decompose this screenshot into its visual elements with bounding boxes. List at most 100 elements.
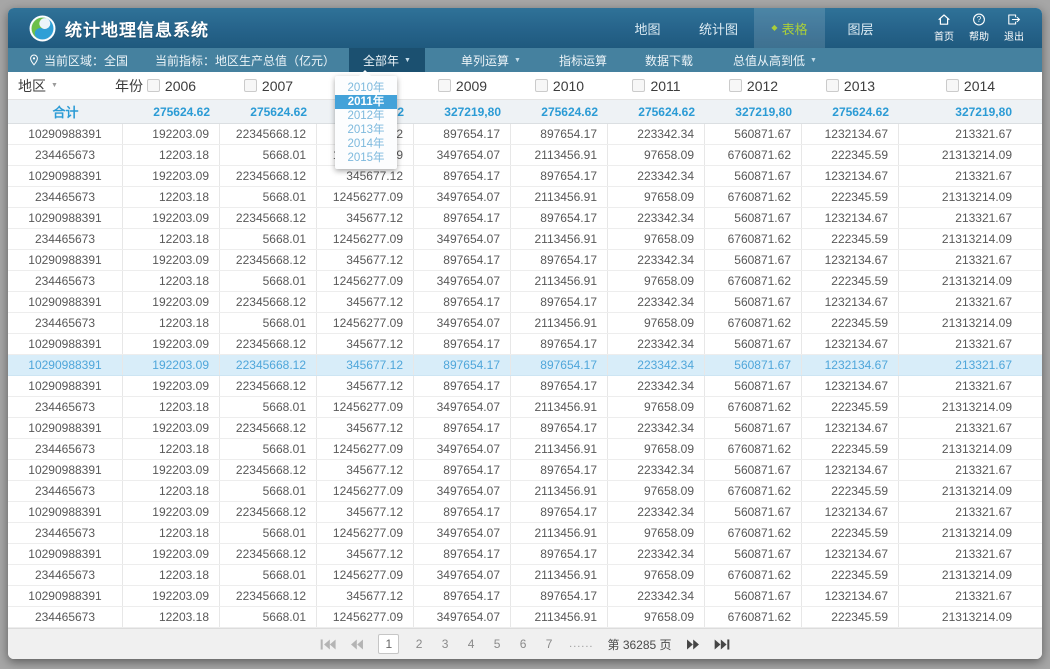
tab-statistics-chart[interactable]: 统计图	[683, 8, 754, 48]
value-cell: 6760871.62	[705, 607, 802, 627]
value-cell: 2113456.91	[511, 607, 608, 627]
year-option-2011[interactable]: 2011年	[335, 95, 397, 109]
logout-button-label: 退出	[1004, 28, 1024, 43]
value-cell: 22345668.12	[220, 586, 317, 606]
year-option-2014[interactable]: 2014年	[335, 137, 397, 151]
value-cell: 192203.09	[123, 544, 220, 564]
year-option-2012[interactable]: 2012年	[335, 109, 397, 123]
table-row[interactable]: 23446567312203.185668.0112456277.0934976…	[8, 607, 1042, 628]
year-option-2010[interactable]: 2010年	[335, 81, 397, 95]
year-checkbox-2010[interactable]	[535, 79, 548, 92]
year-header-label: 2007	[262, 78, 293, 94]
table-row[interactable]: 10290988391192203.0922345668.12345677.12…	[8, 124, 1042, 145]
year-filter-button[interactable]: 全部年 ▼	[349, 48, 425, 72]
page-number-3[interactable]: 3	[439, 637, 451, 651]
table-row[interactable]: 23446567312203.185668.0112456277.0934976…	[8, 145, 1042, 166]
region-cell: 10290988391	[8, 334, 123, 354]
home-button[interactable]: 首页	[934, 13, 954, 43]
year-checkbox-2011[interactable]	[632, 79, 645, 92]
table-row[interactable]: 10290988391192203.0922345668.12345677.12…	[8, 376, 1042, 397]
indicator-ops-button[interactable]: 指标运算	[559, 48, 607, 72]
value-cell: 223342.34	[608, 355, 705, 375]
table-row[interactable]: 10290988391192203.0922345668.12345677.12…	[8, 250, 1042, 271]
value-cell: 223342.34	[608, 418, 705, 438]
value-cell: 97658.09	[608, 481, 705, 501]
last-page-button[interactable]	[714, 639, 730, 650]
year-checkbox-2006[interactable]	[147, 79, 160, 92]
year-column-headers: 200620072008200920102011201220132014	[123, 72, 1042, 99]
table-row[interactable]: 23446567312203.185668.0112456277.0934976…	[8, 397, 1042, 418]
table-row[interactable]: 23446567312203.185668.0112456277.0934976…	[8, 523, 1042, 544]
tab-layers[interactable]: 图层	[825, 8, 896, 48]
help-button[interactable]: ?帮助	[969, 13, 989, 43]
page-number-7[interactable]: 7	[543, 637, 555, 651]
value-cell: 12203.18	[123, 565, 220, 585]
value-cell: 21313214.09	[899, 145, 1042, 165]
value-cell: 21313214.09	[899, 439, 1042, 459]
value-cell: 222345.59	[802, 481, 899, 501]
table-row[interactable]: 10290988391192203.0922345668.12345677.12…	[8, 166, 1042, 187]
value-cell: 12203.18	[123, 145, 220, 165]
page-number-1[interactable]: 1	[378, 634, 399, 654]
table-row[interactable]: 23446567312203.185668.0112456277.0934976…	[8, 229, 1042, 250]
value-cell: 2113456.91	[511, 313, 608, 333]
page-number-6[interactable]: 6	[517, 637, 529, 651]
table-row[interactable]: 10290988391192203.0922345668.12345677.12…	[8, 586, 1042, 607]
value-cell: 97658.09	[608, 145, 705, 165]
table-row[interactable]: 10290988391192203.0922345668.12345677.12…	[8, 292, 1042, 313]
value-cell: 21313214.09	[899, 187, 1042, 207]
table-row[interactable]: 10290988391192203.0922345668.12345677.12…	[8, 544, 1042, 565]
value-cell: 897654.17	[511, 292, 608, 312]
page-number-5[interactable]: 5	[491, 637, 503, 651]
year-checkbox-2007[interactable]	[244, 79, 257, 92]
table-row[interactable]: 10290988391192203.0922345668.12345677.12…	[8, 502, 1042, 523]
year-checkbox-2009[interactable]	[438, 79, 451, 92]
table-row[interactable]: 23446567312203.185668.0112456277.0934976…	[8, 187, 1042, 208]
sort-order-button[interactable]: 总值从高到低 ▼	[733, 48, 817, 72]
value-cell: 897654.17	[414, 250, 511, 270]
year-header-label: 2009	[456, 78, 487, 94]
year-checkbox-2014[interactable]	[946, 79, 959, 92]
table-row[interactable]: 10290988391192203.0922345668.12345677.12…	[8, 208, 1042, 229]
table-row[interactable]: 10290988391192203.0922345668.12345677.12…	[8, 460, 1042, 481]
logout-button[interactable]: 退出	[1004, 13, 1024, 43]
value-cell: 897654.17	[511, 544, 608, 564]
value-cell: 1232134.67	[802, 334, 899, 354]
year-checkbox-2012[interactable]	[729, 79, 742, 92]
page-number-4[interactable]: 4	[465, 637, 477, 651]
table-row[interactable]: 10290988391192203.0922345668.12345677.12…	[8, 418, 1042, 439]
app-logo-icon	[29, 15, 56, 42]
table-row[interactable]: 23446567312203.185668.0112456277.0934976…	[8, 313, 1042, 334]
column-ops-button[interactable]: 单列运算 ▼	[461, 48, 521, 72]
table-row[interactable]: 23446567312203.185668.0112456277.0934976…	[8, 439, 1042, 460]
value-cell: 21313214.09	[899, 481, 1042, 501]
year-filter-label: 全部年	[363, 52, 399, 69]
value-cell: 12456277.09	[317, 313, 414, 333]
table-row[interactable]: 23446567312203.185668.0112456277.0934976…	[8, 565, 1042, 586]
tab-map[interactable]: 地图	[612, 8, 683, 48]
value-cell: 345677.12	[317, 376, 414, 396]
value-cell: 22345668.12	[220, 250, 317, 270]
year-column-header-2007: 2007	[220, 72, 317, 99]
region-column-header[interactable]: 地区 ▼	[8, 76, 123, 96]
value-cell: 897654.17	[511, 124, 608, 144]
year-option-2015[interactable]: 2015年	[335, 151, 397, 165]
value-cell: 222345.59	[802, 229, 899, 249]
year-header-label: 2010	[553, 78, 584, 94]
value-cell: 897654.17	[414, 124, 511, 144]
table-row[interactable]: 23446567312203.185668.0112456277.0934976…	[8, 271, 1042, 292]
value-cell: 560871.67	[705, 166, 802, 186]
tab-table[interactable]: ◆表格	[754, 8, 825, 48]
page-number-2[interactable]: 2	[413, 637, 425, 651]
table-row[interactable]: 10290988391192203.0922345668.12345677.12…	[8, 334, 1042, 355]
value-cell: 897654.17	[414, 460, 511, 480]
next-page-button[interactable]	[686, 639, 700, 650]
year-option-2013[interactable]: 2013年	[335, 123, 397, 137]
value-cell: 223342.34	[608, 292, 705, 312]
year-checkbox-2013[interactable]	[826, 79, 839, 92]
table-row[interactable]: 23446567312203.185668.0112456277.0934976…	[8, 481, 1042, 502]
active-tab-diamond-icon: ◆	[771, 24, 777, 32]
download-button[interactable]: 数据下载	[645, 48, 693, 72]
table-row-selected[interactable]: 10290988391192203.0922345668.12345677.12…	[8, 355, 1042, 376]
value-cell: 192203.09	[123, 586, 220, 606]
